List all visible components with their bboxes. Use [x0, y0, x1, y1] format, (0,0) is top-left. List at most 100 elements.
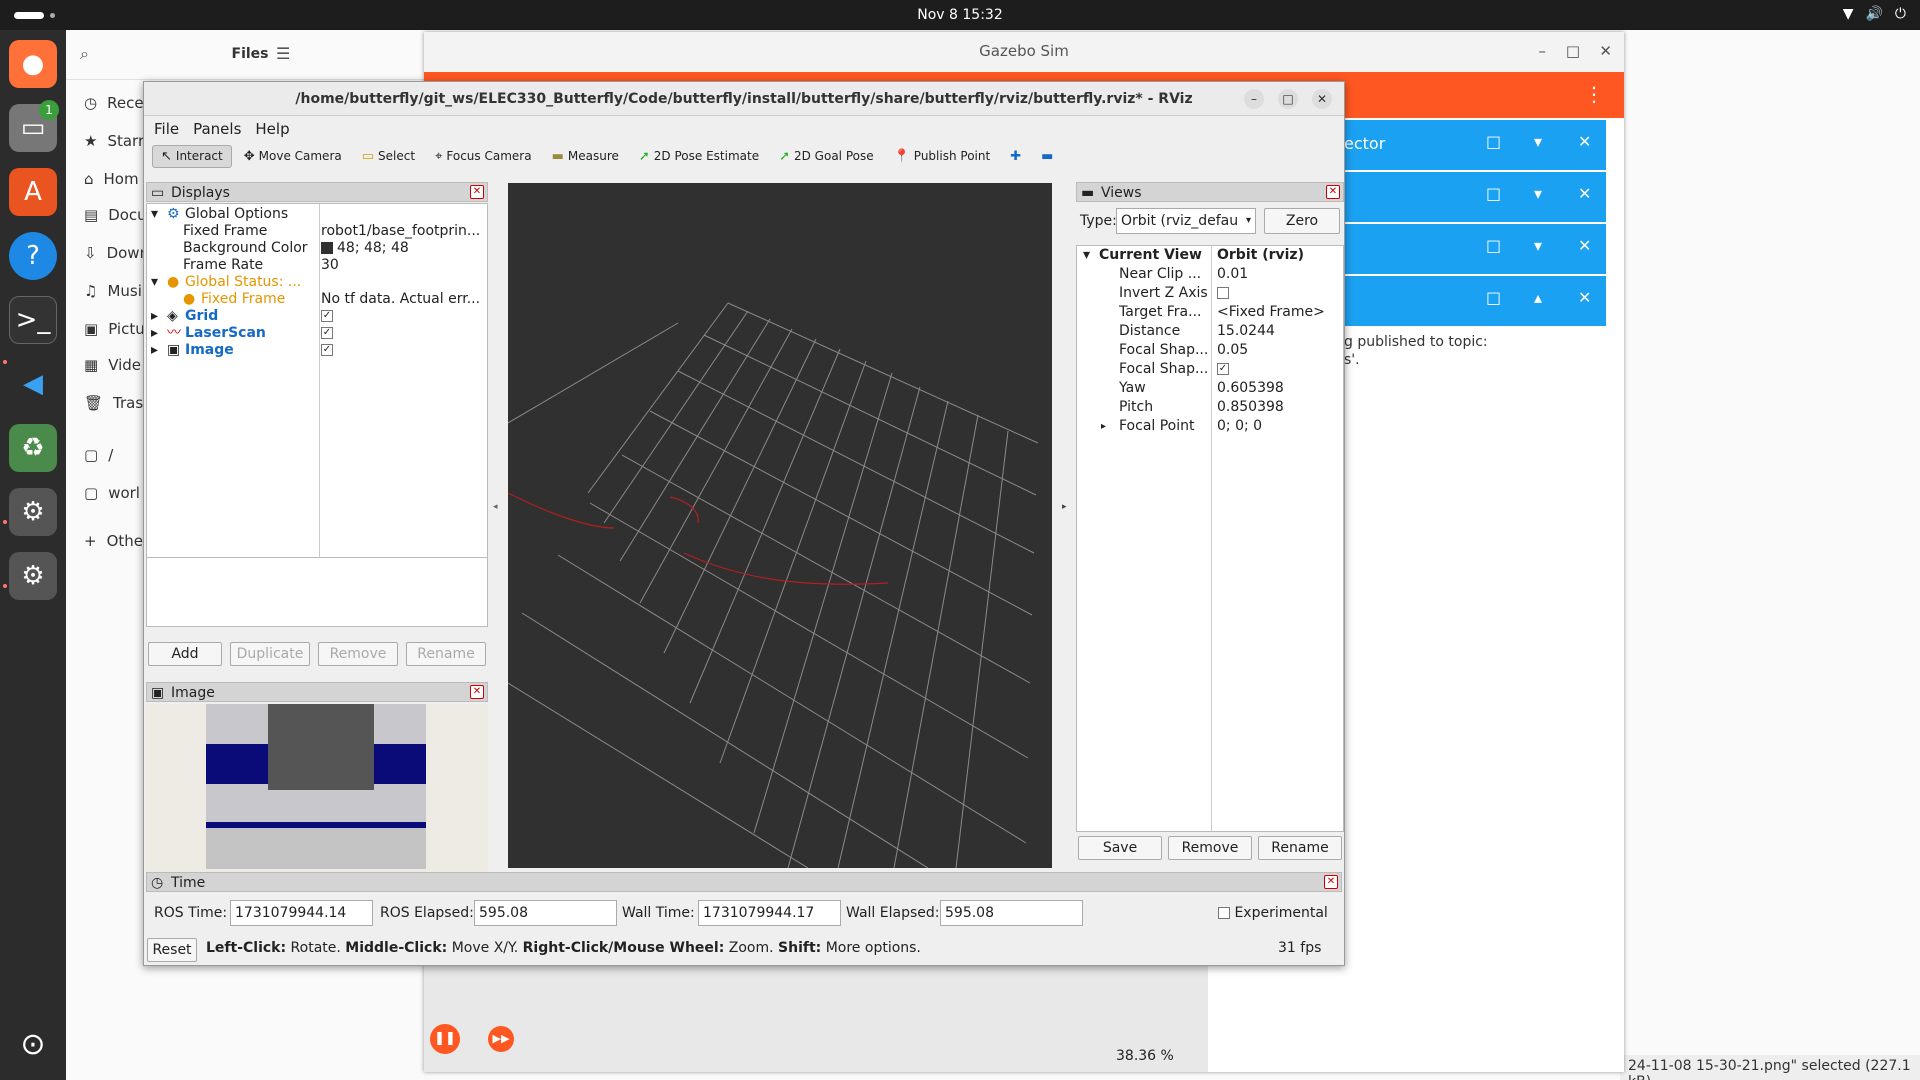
settings-icon-2[interactable]: ⚙ [9, 552, 57, 600]
chevron-down-icon[interactable]: ▾ [1534, 132, 1542, 151]
sidebar-item-pictures[interactable]: ▣ Pictu [84, 320, 145, 338]
sidebar-item-home[interactable]: ⌂ Hom [84, 170, 139, 188]
sidebar-item-root[interactable]: ▢ / [84, 446, 113, 464]
settings-icon[interactable]: ⚙ [9, 488, 57, 536]
grid-checkbox[interactable]: ✓ [321, 310, 333, 322]
square-icon[interactable]: □ [1486, 184, 1501, 203]
step-button[interactable]: ▶▶ [488, 1026, 514, 1052]
experimental-checkbox-wrap[interactable]: Experimental [1218, 900, 1328, 926]
close-icon[interactable]: ✕ [1578, 184, 1591, 203]
image-checkbox[interactable]: ✓ [321, 344, 333, 356]
view-property-value[interactable] [1217, 284, 1229, 303]
pause-button[interactable]: ❚❚ [430, 1024, 460, 1054]
3d-viewport[interactable] [508, 183, 1052, 868]
remove-view-button[interactable]: Remove [1168, 836, 1252, 860]
measure-tool[interactable]: ▬ Measure [544, 146, 627, 167]
view-property-value[interactable]: 0.605398 [1217, 379, 1284, 398]
wall-time-field[interactable]: 1731079944.17 [698, 900, 841, 926]
view-property-value[interactable]: 0.05 [1217, 341, 1248, 360]
trash-icon[interactable]: ♻ [9, 424, 57, 472]
app-center-icon[interactable]: A [9, 168, 57, 216]
view-checkbox[interactable] [1217, 287, 1229, 299]
publish-point-tool[interactable]: 📍 Publish Point [886, 146, 999, 167]
view-type-select[interactable]: Orbit (rviz_defau ▾ [1116, 208, 1256, 234]
terminal-icon[interactable]: >_ [9, 296, 57, 344]
plugin-panel[interactable]: ector □ ▾ ✕ [1344, 120, 1606, 170]
minimize-icon[interactable]: – [1539, 32, 1547, 70]
displays-tree[interactable]: ▾ ⚙ Global Options Fixed Frame robot1/ba… [146, 203, 488, 574]
pose-estimate-tool[interactable]: ➚ 2D Pose Estimate [631, 146, 767, 167]
sidebar-item-videos[interactable]: ▦ Vide [84, 356, 141, 374]
help-icon[interactable]: ? [9, 232, 57, 280]
view-property-value[interactable]: 15.0244 [1217, 322, 1275, 341]
view-property-value[interactable]: 0; 0; 0 [1217, 417, 1262, 436]
expand-arrow-icon[interactable]: ▾ [1083, 246, 1090, 265]
save-view-button[interactable]: Save [1078, 836, 1162, 860]
chevron-up-icon[interactable]: ▴ [1534, 288, 1542, 307]
close-icon[interactable]: ✕ [1578, 288, 1591, 307]
add-button[interactable]: Add [148, 642, 222, 666]
sidebar-item-recent[interactable]: ◷ Rece [84, 94, 144, 112]
tree-row-image[interactable]: ▸ ▣ Image ✓ [147, 340, 487, 361]
close-icon[interactable]: ✕ [1326, 185, 1340, 199]
sidebar-item-documents[interactable]: ▤ Docu [84, 206, 147, 224]
menu-help[interactable]: Help [255, 117, 289, 141]
square-icon[interactable]: □ [1486, 288, 1501, 307]
expand-arrow-icon[interactable]: ▸ [151, 340, 158, 361]
color-swatch[interactable] [321, 242, 333, 254]
close-icon[interactable]: ✕ [470, 685, 484, 699]
experimental-checkbox[interactable] [1218, 907, 1230, 919]
laserscan-checkbox[interactable]: ✓ [321, 327, 333, 339]
select-tool[interactable]: ▭ Select [354, 146, 423, 167]
close-icon[interactable]: ✕ [470, 185, 484, 199]
firefox-icon[interactable]: ● [9, 40, 57, 88]
rename-button[interactable]: Rename [406, 642, 486, 666]
clock[interactable]: Nov 8 15:32 [0, 7, 1920, 23]
goal-pose-tool[interactable]: ➚ 2D Goal Pose [771, 146, 882, 167]
views-tree[interactable]: ▾ Current View Orbit (rviz) Near Clip ..… [1076, 245, 1344, 832]
maximize-icon[interactable]: □ [1278, 89, 1298, 109]
close-icon[interactable]: ✕ [1599, 32, 1612, 70]
menu-icon[interactable]: ☰ [276, 44, 290, 63]
chevron-down-icon[interactable]: ▾ [1534, 236, 1542, 255]
focus-camera-tool[interactable]: ⌖ Focus Camera [427, 146, 540, 167]
view-property-value[interactable]: 0.850398 [1217, 398, 1284, 417]
show-apps-icon[interactable]: ⊙ [9, 1020, 57, 1068]
close-icon[interactable]: ✕ [1578, 132, 1591, 151]
move-camera-tool[interactable]: ✥ Move Camera [236, 146, 350, 167]
plugin-panel[interactable]: □ ▴ ✕ [1344, 276, 1606, 326]
plugin-panel[interactable]: □ ▾ ✕ [1344, 224, 1606, 274]
vscode-icon[interactable]: ◀ [9, 360, 57, 408]
view-checkbox[interactable]: ✓ [1217, 363, 1229, 375]
sidebar-item-music[interactable]: ♫ Musi [84, 282, 142, 300]
view-property-value[interactable]: ✓ [1217, 360, 1229, 379]
close-icon[interactable]: ✕ [1324, 875, 1338, 889]
system-tray[interactable]: ▼ 🔊 ⏻ [1843, 6, 1906, 22]
ros-time-field[interactable]: 1731079944.14 [230, 900, 373, 926]
expand-arrow-icon[interactable]: ▸ [1101, 417, 1106, 436]
close-icon[interactable]: ✕ [1312, 89, 1332, 109]
remove-tool-button[interactable]: ▬ [1033, 146, 1061, 167]
zero-button[interactable]: Zero [1264, 208, 1340, 234]
remove-button[interactable]: Remove [318, 642, 398, 666]
power-icon[interactable]: ⏻ [1895, 6, 1906, 22]
wifi-icon[interactable]: ▼ [1843, 6, 1854, 22]
maximize-icon[interactable]: □ [1566, 32, 1580, 70]
wall-elapsed-field[interactable]: 595.08 [940, 900, 1083, 926]
view-property-value[interactable]: <Fixed Frame> [1217, 303, 1325, 322]
rename-view-button[interactable]: Rename [1258, 836, 1342, 860]
add-tool-button[interactable]: ✚ [1002, 146, 1029, 167]
volume-icon[interactable]: 🔊 [1865, 6, 1882, 22]
square-icon[interactable]: □ [1486, 236, 1501, 255]
menu-panels[interactable]: Panels [193, 117, 241, 141]
sidebar-item-other[interactable]: + Othe [84, 532, 143, 550]
kebab-menu-icon[interactable]: ⋮ [1584, 82, 1604, 106]
sidebar-item-downloads[interactable]: ⇩ Down [84, 244, 149, 262]
row-value[interactable]: 48; 48; 48 [337, 240, 409, 256]
ros-elapsed-field[interactable]: 595.08 [474, 900, 617, 926]
duplicate-button[interactable]: Duplicate [230, 642, 310, 666]
reset-button[interactable]: Reset [147, 938, 197, 962]
search-icon[interactable]: ⌕ [80, 44, 89, 64]
chevron-down-icon[interactable]: ▾ [1534, 184, 1542, 203]
collapse-left-icon[interactable]: ◂ [493, 502, 498, 512]
